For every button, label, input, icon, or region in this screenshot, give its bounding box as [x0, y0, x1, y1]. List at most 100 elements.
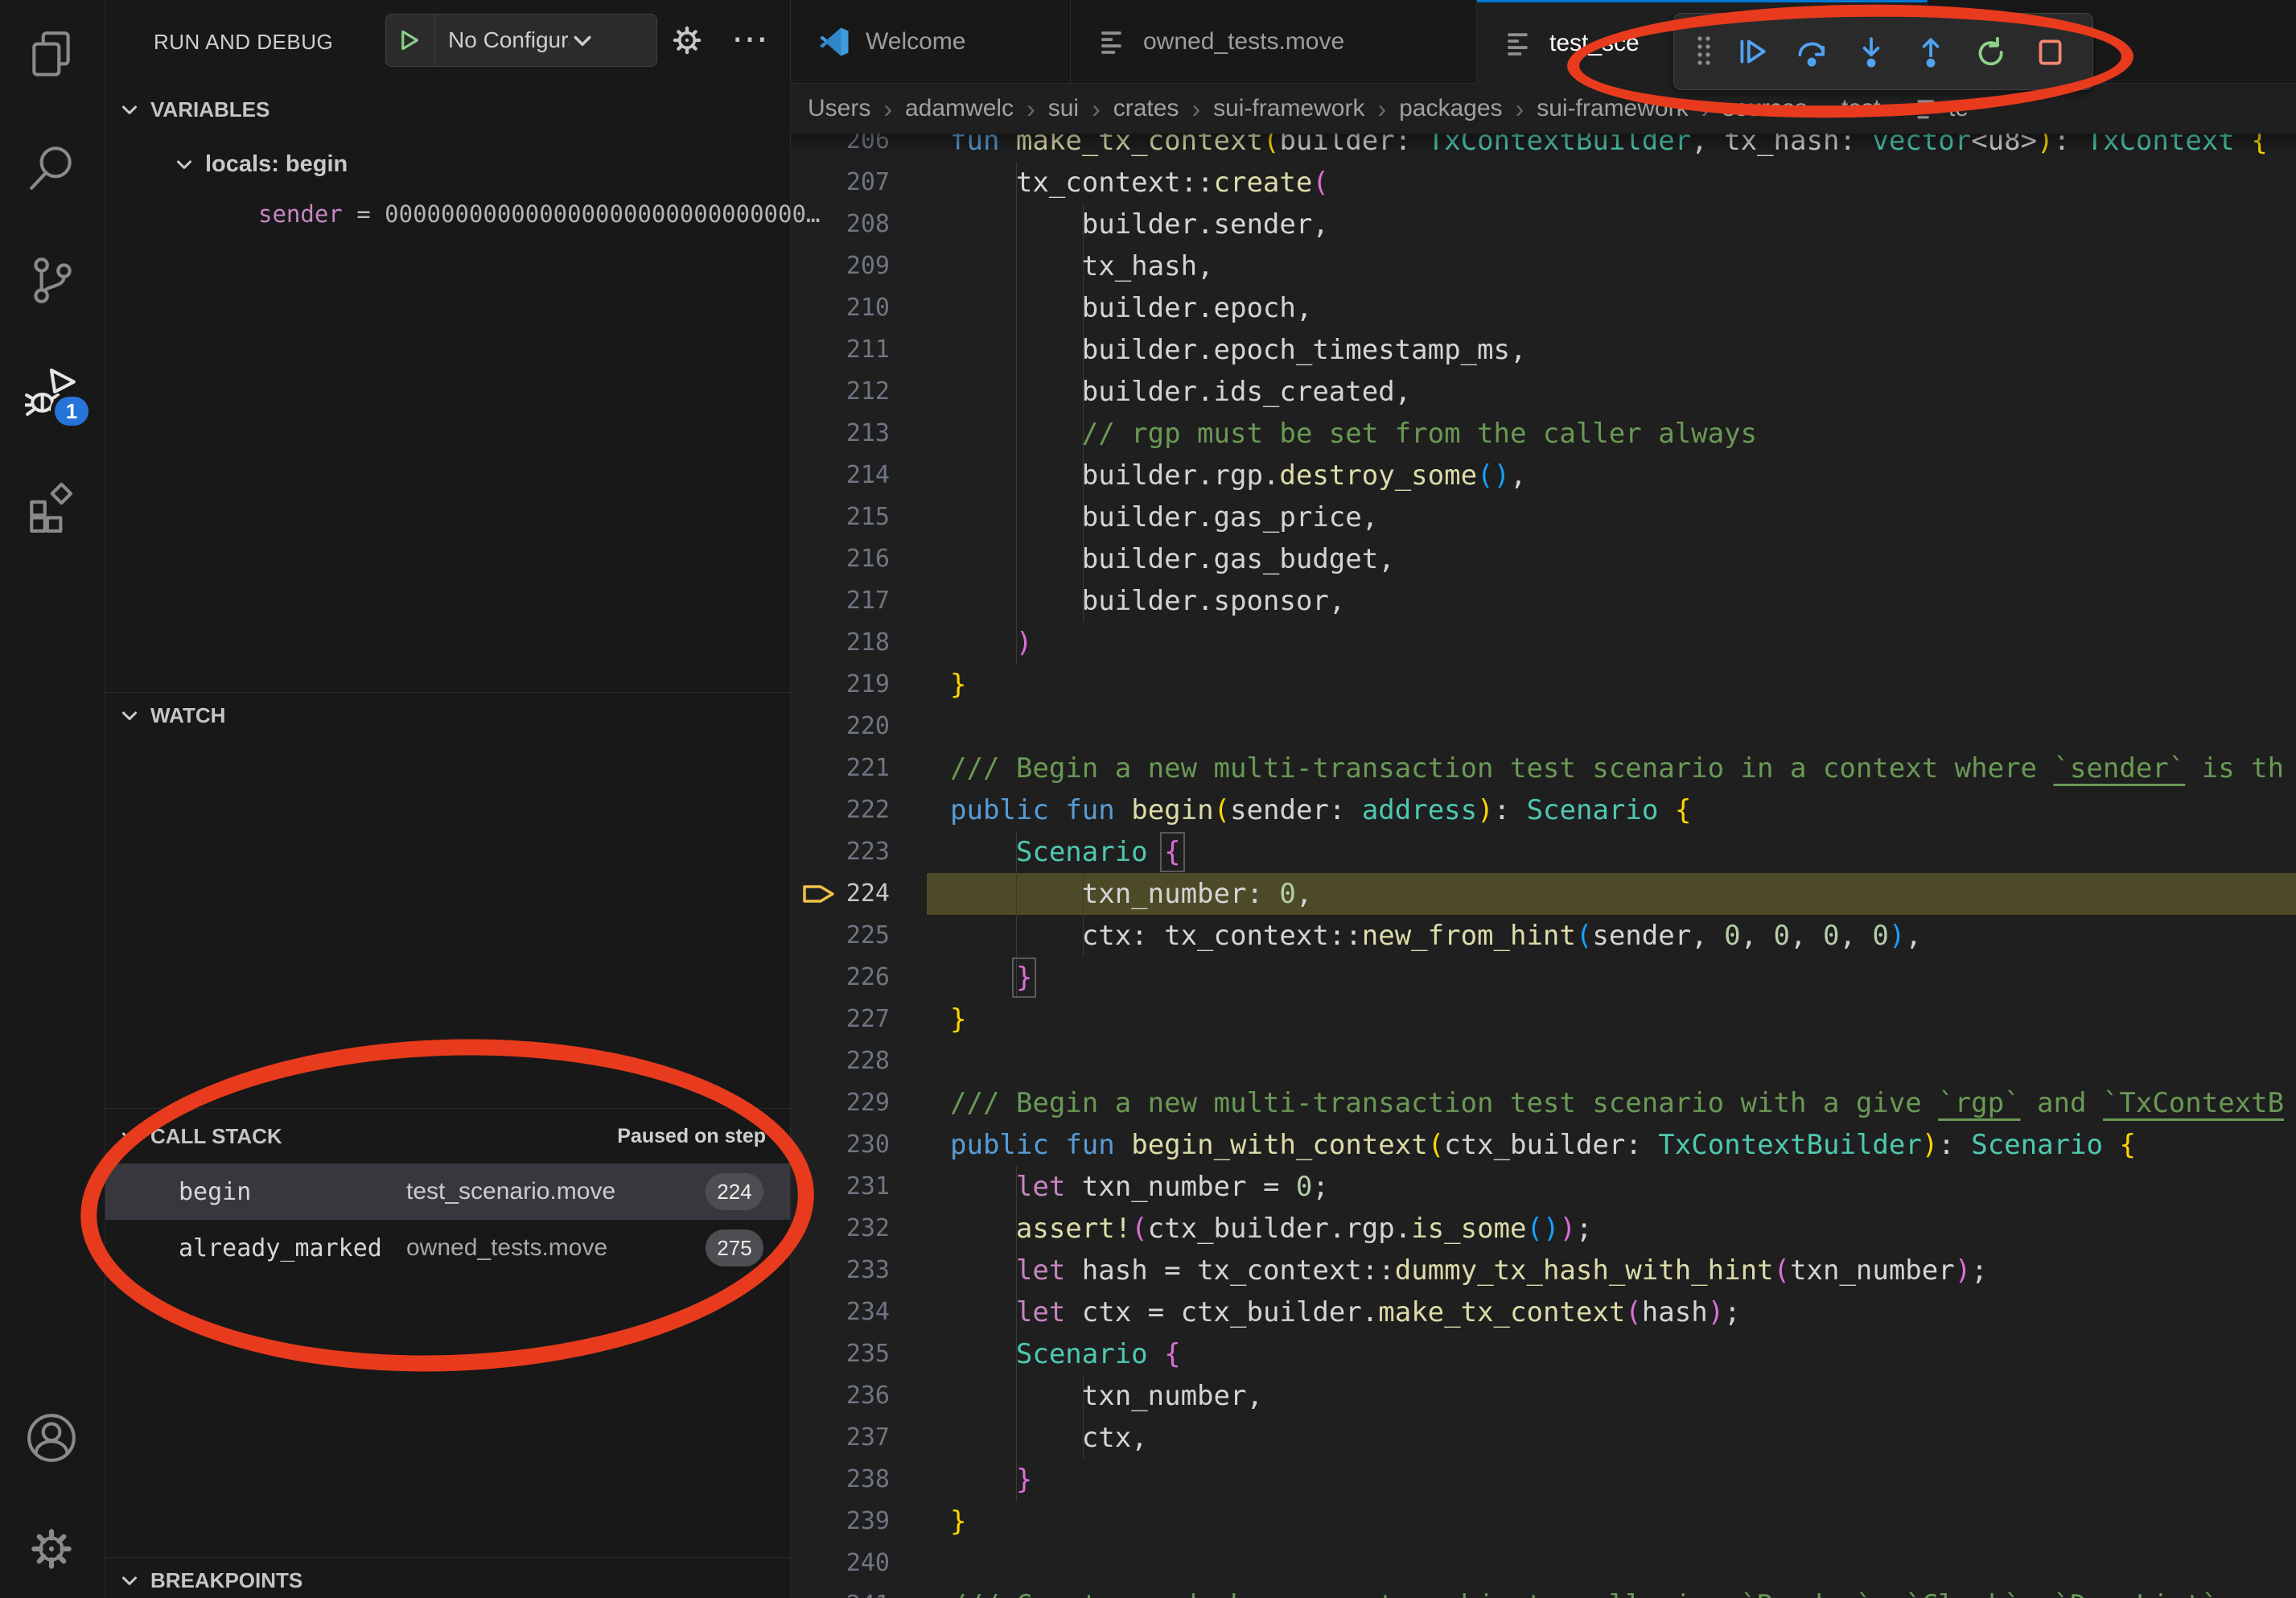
breadcrumb-item[interactable]: sources — [1722, 95, 1807, 122]
explorer-icon[interactable] — [25, 29, 81, 85]
breadcrumb-separator-icon: › — [1092, 94, 1101, 124]
line-number: 227 — [792, 999, 890, 1040]
settings-gear-icon[interactable] — [25, 1522, 81, 1579]
breadcrumb-item[interactable]: sui-framework — [1213, 95, 1364, 122]
breadcrumb-item[interactable]: sui-framework — [1537, 95, 1688, 122]
variables-scope-row[interactable]: locals: begin — [105, 142, 790, 187]
search-icon[interactable] — [25, 142, 81, 198]
extensions-icon[interactable] — [25, 481, 81, 537]
line-number: 230 — [792, 1124, 890, 1166]
breadcrumb-item[interactable]: Users — [808, 95, 870, 122]
breadcrumb-file[interactable]: te — [1915, 95, 1969, 122]
code-line: let ctx = ctx_builder.make_tx_context(ha… — [950, 1291, 2296, 1333]
breadcrumb-separator-icon: › — [1027, 94, 1035, 124]
frame-line-badge: 224 — [706, 1173, 763, 1210]
code-line: txn_number: 0, — [950, 873, 2296, 915]
breadcrumb-separator-icon: › — [1191, 94, 1200, 124]
step-out-button[interactable] — [1901, 22, 1961, 81]
breadcrumb[interactable]: Users › adamwelc › sui › crates › sui-framework ›… — [792, 84, 2296, 134]
tab-label: owned_tests.move — [1143, 28, 1344, 56]
breakpoints-section-header[interactable]: BREAKPOINTS — [105, 1558, 790, 1598]
line-number: 210 — [792, 287, 890, 329]
chevron-down-icon — [120, 100, 139, 119]
tab-welcome[interactable]: Welcome — [792, 0, 1071, 83]
code-line: let hash = tx_context::dummy_tx_hash_wit… — [950, 1250, 2296, 1291]
code-line: ctx: tx_context::new_from_hint(sender, 0… — [950, 915, 2296, 957]
code-line: txn_number, — [950, 1375, 2296, 1417]
breakpoints-label: BREAKPOINTS — [150, 1568, 302, 1593]
line-number: 229 — [792, 1082, 890, 1124]
stack-frame[interactable]: already_markedowned_tests.move275 — [105, 1220, 790, 1276]
code-line: builder.rgp.destroy_some(), — [950, 455, 2296, 496]
line-number: 240 — [792, 1542, 890, 1584]
debug-settings-gear-icon[interactable] — [669, 22, 706, 59]
line-number: 225 — [792, 915, 890, 957]
line-number: 238 — [792, 1459, 890, 1501]
tab-owned-tests-move[interactable]: owned_tests.move — [1071, 0, 1477, 83]
breadcrumb-item[interactable]: crates — [1113, 95, 1179, 122]
code-line: /// Creates and shares system objects, a… — [950, 1584, 2296, 1598]
breadcrumb-item[interactable]: sui — [1048, 95, 1079, 122]
breadcrumb-separator-icon: › — [883, 94, 892, 124]
code-line: builder.gas_budget, — [950, 538, 2296, 580]
call-stack-section-header[interactable]: CALL STACK Paused on step — [105, 1109, 790, 1163]
chevron-down-icon — [175, 154, 194, 174]
breakpoints-section: BREAKPOINTS — [105, 1557, 790, 1598]
line-number: 213 — [792, 413, 890, 455]
breadcrumb-item[interactable]: adamwelc — [905, 95, 1014, 122]
variables-section-header[interactable]: VARIABLES — [105, 87, 790, 132]
code-line: } — [950, 664, 2296, 706]
code-line: builder.sponsor, — [950, 580, 2296, 622]
stop-button[interactable] — [2020, 22, 2080, 81]
line-number: 239 — [792, 1501, 890, 1542]
account-icon[interactable] — [25, 1411, 81, 1468]
line-number: 222 — [792, 789, 890, 831]
watch-label: WATCH — [150, 703, 225, 728]
line-number: 211 — [792, 329, 890, 371]
code-line: } — [950, 957, 2296, 999]
restart-button[interactable] — [1961, 22, 2020, 81]
continue-button[interactable] — [1722, 22, 1782, 81]
code-line: /// Begin a new multi-transaction test s… — [950, 748, 2296, 789]
step-into-button[interactable] — [1841, 22, 1901, 81]
line-number: 235 — [792, 1333, 890, 1375]
breadcrumb-separator-icon: › — [1893, 94, 1902, 124]
run-and-debug-icon[interactable]: 1 — [25, 367, 81, 423]
code-editor[interactable]: 206fun make_tx_context(builder: TxContex… — [792, 0, 2296, 1598]
stack-frame[interactable]: begintest_scenario.move224 — [105, 1163, 790, 1220]
line-number: 241 — [792, 1584, 890, 1598]
chevron-down-icon — [120, 1571, 139, 1590]
call-stack-label: CALL STACK — [150, 1124, 282, 1149]
editor-area: Welcomeowned_tests.movetest_sce Users›ad… — [792, 0, 2296, 1598]
frame-file: owned_tests.move — [406, 1234, 706, 1262]
launch-config-dropdown[interactable]: No Configura — [385, 14, 657, 67]
code-line: } — [950, 1501, 2296, 1542]
code-line: builder.sender, — [950, 204, 2296, 245]
debug-badge: 1 — [51, 393, 93, 430]
frame-file: test_scenario.move — [406, 1178, 706, 1205]
drag-handle-icon[interactable] — [1685, 22, 1722, 81]
current-frame-marker-icon[interactable] — [801, 881, 837, 907]
code-line: Scenario { — [950, 831, 2296, 873]
step-over-button[interactable] — [1782, 22, 1841, 81]
breadcrumb-item[interactable]: test — [1841, 95, 1880, 122]
move-file-icon — [1098, 27, 1127, 56]
line-number: 214 — [792, 455, 890, 496]
line-number: 216 — [792, 538, 890, 580]
line-number: 232 — [792, 1208, 890, 1250]
line-number: 237 — [792, 1417, 890, 1459]
chevron-down-icon — [571, 29, 594, 51]
breadcrumb-item[interactable]: packages — [1399, 95, 1502, 122]
breadcrumb-separator-icon: › — [1820, 94, 1829, 124]
code-line: } — [950, 999, 2296, 1040]
sidebar-title: RUN AND DEBUG — [154, 30, 333, 55]
watch-section-header[interactable]: WATCH — [105, 693, 790, 738]
variable-row-sender[interactable]: sender = 000000000000000000000000000000… — [105, 192, 790, 237]
code-line: builder.epoch_timestamp_ms, — [950, 329, 2296, 371]
code-line: public fun begin(sender: address): Scena… — [950, 789, 2296, 831]
source-control-icon[interactable] — [25, 254, 81, 311]
line-number: 228 — [792, 1040, 890, 1082]
more-actions-icon[interactable]: ⋯ — [731, 14, 768, 63]
line-number: 220 — [792, 706, 890, 748]
line-number: 226 — [792, 957, 890, 999]
